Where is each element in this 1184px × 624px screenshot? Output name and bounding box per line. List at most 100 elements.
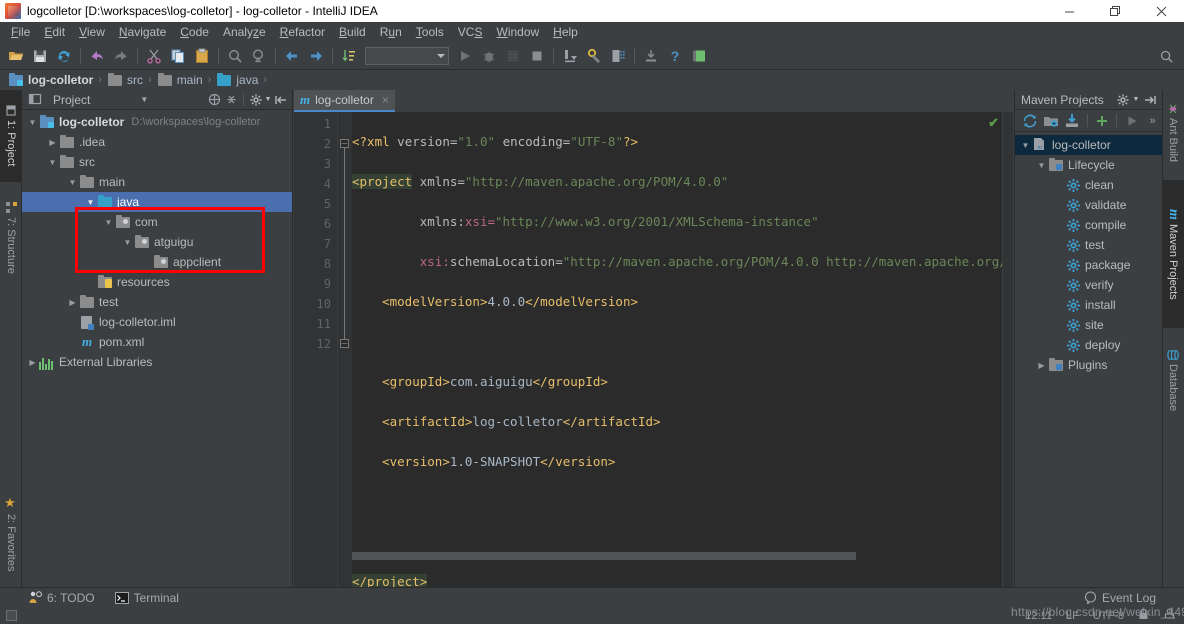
sidebar-item-ant-build[interactable]: Ant Build (1162, 90, 1184, 176)
search-everywhere-icon[interactable] (1156, 46, 1176, 66)
copy-icon[interactable] (166, 44, 190, 68)
project-tree[interactable]: ▼ log-colletor D:\workspaces\log-colleto… (22, 110, 292, 587)
update-project-icon[interactable] (558, 44, 582, 68)
tree-row-src[interactable]: ▼ src (22, 152, 292, 172)
gear-icon[interactable] (1113, 90, 1132, 109)
paste-icon[interactable] (190, 44, 214, 68)
project-structure-icon[interactable] (606, 44, 630, 68)
help-icon[interactable]: ? (663, 44, 687, 68)
sdk-icon[interactable] (639, 44, 663, 68)
code-editor[interactable]: 1 2 3 4 5 6 7 8 9 10 11 12 ─ ─ <?xml ver… (294, 112, 1013, 587)
sidebar-item-structure[interactable]: 7: Structure (0, 186, 22, 290)
reimport-icon[interactable] (1021, 111, 1040, 130)
chevron-down-icon[interactable]: ▼ (140, 95, 148, 104)
menu-tools[interactable]: Tools (409, 23, 451, 41)
tree-row-log-colletor[interactable]: ▼ log-colletor D:\workspaces\log-colleto… (22, 112, 292, 132)
tree-row-test[interactable]: ▶ test (22, 292, 292, 312)
debug-icon[interactable] (477, 44, 501, 68)
hide-icon[interactable] (272, 91, 289, 108)
menu-analyze[interactable]: Analyze (216, 23, 273, 41)
tree-row-appclient[interactable]: appclient (22, 252, 292, 272)
expand-arrow-icon[interactable]: ▼ (1019, 141, 1032, 150)
expand-arrow-icon[interactable]: ▼ (1035, 161, 1048, 170)
sidebar-item-favorites[interactable]: ★ 2: Favorites (0, 483, 22, 585)
menu-file[interactable]: File (4, 23, 37, 41)
breadcrumb-item-log-colletor[interactable]: log-colletor (8, 72, 93, 88)
menu-window[interactable]: Window (489, 23, 546, 41)
open-folder-icon[interactable] (4, 44, 28, 68)
tree-row-iml[interactable]: log-colletor.iml (22, 312, 292, 332)
collapse-arrow-icon[interactable]: ▶ (1035, 361, 1048, 370)
fold-marker-close[interactable]: ─ (340, 339, 349, 348)
menu-view[interactable]: View (72, 23, 112, 41)
collapse-arrow-icon[interactable]: ▶ (46, 138, 59, 147)
gear-icon[interactable] (247, 91, 264, 108)
expand-arrow-icon[interactable]: ▼ (66, 178, 79, 187)
maven-row-clean[interactable]: clean (1015, 175, 1162, 195)
save-all-icon[interactable] (28, 44, 52, 68)
expand-arrow-icon[interactable]: ▼ (102, 218, 115, 227)
menu-navigate[interactable]: Navigate (112, 23, 173, 41)
maven-row-log-colletor[interactable]: ▼ m log-colletor (1015, 135, 1162, 155)
attach-icon[interactable] (687, 44, 711, 68)
stop-icon[interactable] (525, 44, 549, 68)
forward-icon[interactable] (304, 44, 328, 68)
inspection-status-icon[interactable]: ✔ (988, 115, 999, 131)
tree-row-resources[interactable]: resources (22, 272, 292, 292)
minimize-button[interactable] (1046, 0, 1092, 22)
back-icon[interactable] (280, 44, 304, 68)
maven-row-package[interactable]: package (1015, 255, 1162, 275)
collapse-all-icon[interactable] (223, 91, 240, 108)
breadcrumb-item-java[interactable]: java (216, 72, 258, 88)
maven-row-validate[interactable]: validate (1015, 195, 1162, 215)
tree-row-java[interactable]: ▼ java (22, 192, 292, 212)
horizontal-scrollbar-thumb[interactable] (352, 552, 856, 560)
expand-arrow-icon[interactable]: ▼ (84, 198, 97, 207)
menu-run[interactable]: Run (373, 23, 409, 41)
maven-row-test[interactable]: test (1015, 235, 1162, 255)
expand-arrow-icon[interactable]: ▼ (46, 158, 59, 167)
maven-row-plugins[interactable]: ▶ Plugins (1015, 355, 1162, 375)
hide-icon[interactable] (1140, 90, 1159, 109)
generate-sources-icon[interactable] (1042, 111, 1061, 130)
menu-build[interactable]: Build (332, 23, 373, 41)
tree-row-idea[interactable]: ▶ .idea (22, 132, 292, 152)
maven-row-lifecycle[interactable]: ▼ Lifecycle (1015, 155, 1162, 175)
cut-icon[interactable] (142, 44, 166, 68)
sidebar-item-maven-projects[interactable]: m Maven Projects (1162, 180, 1184, 328)
more-icon[interactable]: » (1143, 111, 1162, 130)
event-log-button[interactable]: Event Log (1084, 591, 1184, 605)
editor-tab-log-colletor[interactable]: m log-colletor × (294, 90, 395, 112)
sort-icon[interactable] (337, 44, 361, 68)
replace-icon[interactable] (247, 44, 271, 68)
menu-edit[interactable]: Edit (37, 23, 72, 41)
run-configuration-selector[interactable] (365, 46, 449, 65)
bottom-tab-terminal[interactable]: Terminal (105, 591, 189, 605)
chevron-down-icon[interactable]: ▼ (1132, 90, 1140, 109)
horizontal-scrollbar[interactable] (352, 551, 1002, 561)
tree-row-external-libraries[interactable]: ▶ External Libraries (22, 352, 292, 372)
download-sources-icon[interactable] (1063, 111, 1082, 130)
source-code[interactable]: <?xml version="1.0" encoding="UTF-8"?> <… (352, 112, 1003, 587)
sidebar-item-project[interactable]: 1: Project (0, 90, 22, 182)
expand-arrow-icon[interactable]: ▼ (121, 238, 134, 247)
maximize-restore-button[interactable] (1092, 0, 1138, 22)
run-with-coverage-icon[interactable] (501, 44, 525, 68)
sidebar-item-database[interactable]: Database (1162, 334, 1184, 426)
bottom-tab-todo[interactable]: 6: TODO (0, 591, 105, 605)
add-icon[interactable] (1093, 111, 1112, 130)
maven-row-install[interactable]: install (1015, 295, 1162, 315)
chevron-down-icon-gear[interactable]: ▼ (264, 91, 272, 108)
menu-code[interactable]: Code (173, 23, 216, 41)
maven-tree[interactable]: ▼ m log-colletor ▼ Lifecycle clean valid… (1015, 133, 1162, 587)
expand-arrow-icon[interactable]: ▼ (26, 118, 39, 127)
collapse-arrow-icon[interactable]: ▶ (66, 298, 79, 307)
maven-row-verify[interactable]: verify (1015, 275, 1162, 295)
run-icon[interactable] (1122, 111, 1141, 130)
run-icon[interactable] (453, 44, 477, 68)
code-folding-gutter[interactable]: ─ ─ (338, 112, 352, 587)
breadcrumb-item-src[interactable]: src (107, 72, 143, 88)
sync-icon[interactable] (52, 44, 76, 68)
breadcrumb-item-main[interactable]: main (157, 72, 203, 88)
maven-row-deploy[interactable]: deploy (1015, 335, 1162, 355)
